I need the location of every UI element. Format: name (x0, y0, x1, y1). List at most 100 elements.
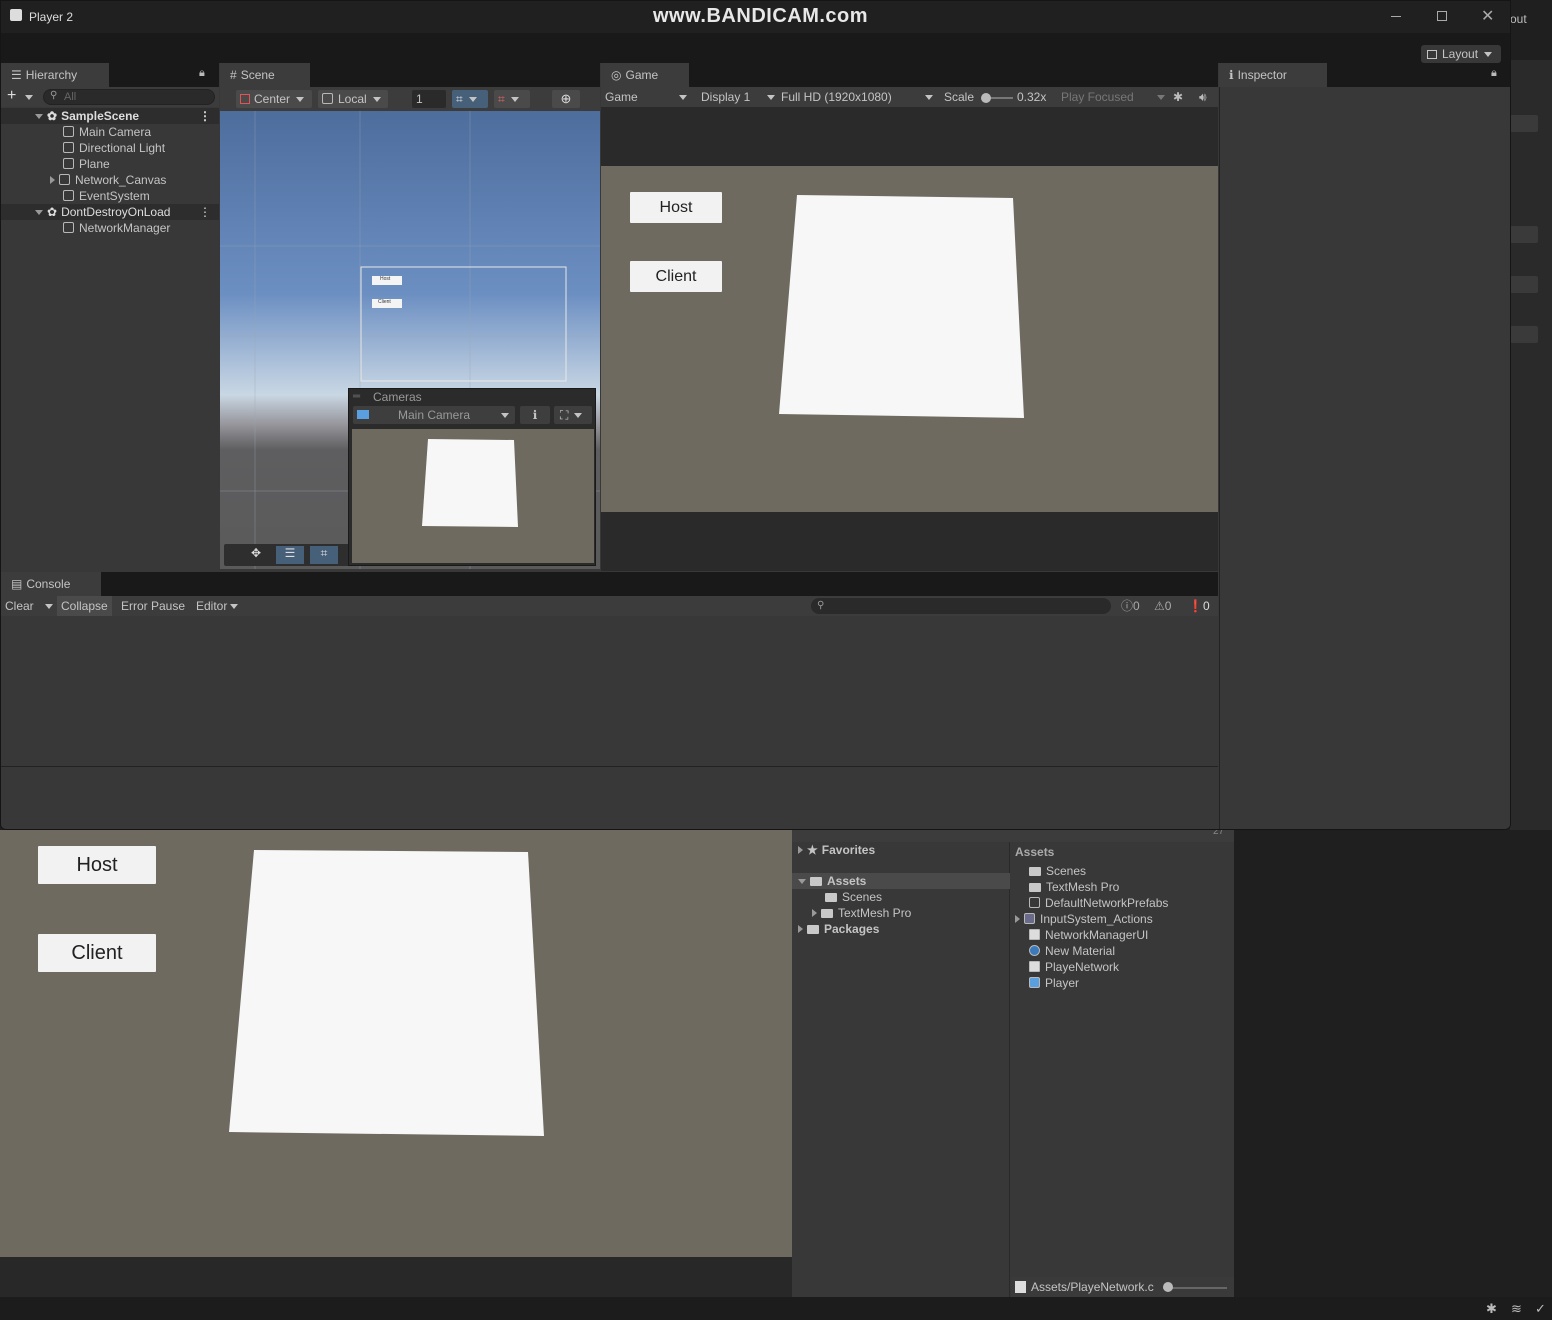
maximize-icon[interactable] (1437, 11, 1447, 21)
more-icon[interactable]: ⋮ (199, 108, 211, 124)
camera-info-icon[interactable]: ℹ (520, 406, 550, 424)
tree-item-textmeshpro[interactable]: TextMesh Pro (812, 905, 911, 921)
error-count[interactable]: ❗0 (1188, 596, 1210, 616)
search-icon: ⚲ (50, 90, 58, 101)
asset-playenetwork[interactable]: PlayeNetwork (1029, 959, 1119, 975)
asset-defaultnetworkprefabs[interactable]: DefaultNetworkPrefabs (1029, 895, 1168, 911)
asset-new-material[interactable]: New Material (1029, 943, 1115, 959)
error-pause-toggle[interactable]: Error Pause (121, 596, 185, 616)
pivot-dropdown[interactable]: Center (236, 90, 312, 108)
chevron-down-icon[interactable] (45, 604, 53, 609)
zoom-slider-thumb[interactable] (1163, 1282, 1173, 1292)
editor-dropdown[interactable]: Editor (196, 596, 239, 616)
gameobject-icon (59, 174, 70, 185)
hierarchy-item-directional-light[interactable]: Directional Light (63, 140, 165, 156)
scene-mini-host-label: Host (380, 276, 391, 282)
close-icon[interactable]: ✕ (1481, 6, 1494, 26)
layout-icon (1427, 50, 1437, 59)
camera-preview (352, 429, 594, 563)
tab-game[interactable]: ◎ Game (601, 63, 689, 87)
scene-row-samplescene[interactable]: ✿ SampleScene ⋮ (1, 108, 219, 124)
drag-handle-icon[interactable]: ═ (353, 391, 360, 402)
more-icon[interactable]: ⋮ (199, 204, 211, 220)
game-mode-dropdown[interactable]: Game (605, 87, 691, 107)
tab-console[interactable]: ▤ Console (1, 572, 101, 596)
assets-root-item[interactable]: Assets (792, 873, 1010, 889)
console-tabbar (1, 572, 1218, 596)
lock-icon[interactable]: 🔒︎ (1491, 67, 1497, 80)
gameobject-icon (63, 126, 74, 137)
grid-snap-button[interactable]: ⌗ (452, 90, 488, 108)
space-dropdown[interactable]: Local (318, 90, 388, 108)
cameras-title: Cameras (373, 390, 422, 404)
add-icon[interactable]: + (7, 87, 16, 105)
tree-item-scenes[interactable]: Scenes (825, 889, 882, 905)
snap-value-input[interactable]: 1 (412, 90, 446, 108)
hierarchy-item-main-camera[interactable]: Main Camera (63, 124, 151, 140)
local-space-icon (322, 93, 333, 104)
expand-icon[interactable] (50, 176, 55, 184)
folder-icon (1029, 883, 1041, 892)
tab-scene[interactable]: # Scene (220, 63, 310, 87)
layout-dropdown[interactable]: Layout (1421, 45, 1501, 63)
align-tool-icon[interactable]: ☰ (276, 546, 304, 564)
hierarchy-item-eventsystem[interactable]: EventSystem (63, 188, 150, 204)
bug-icon[interactable]: ✱ (1486, 1301, 1497, 1317)
favorites-item[interactable]: ★ Favorites (798, 842, 875, 858)
game-viewport[interactable]: Host Client (601, 166, 1218, 512)
minimize-icon[interactable] (1391, 16, 1401, 17)
client-button[interactable]: Client (630, 261, 722, 292)
camera-frame-icon[interactable]: ⛶ (554, 406, 592, 424)
collapse-toggle[interactable]: Collapse (57, 596, 112, 616)
host-button[interactable]: Host (630, 192, 722, 223)
audio-icon[interactable]: 🔊︎ (1199, 87, 1207, 107)
asset-inputsystem-actions[interactable]: InputSystem_Actions (1015, 911, 1153, 927)
asset-scenes[interactable]: Scenes (1029, 863, 1086, 879)
tab-inspector[interactable]: ℹ Inspector (1219, 63, 1327, 87)
move-tool-icon[interactable]: ✥ (242, 546, 270, 564)
title-bar: Player 2 www.BANDICAM.com ✕ (1, 1, 1510, 33)
window-title: Player 2 (29, 10, 74, 24)
folder-icon (825, 893, 837, 902)
play-mode-dropdown[interactable]: Play Focused (1061, 87, 1165, 107)
asset-networkmanagerui[interactable]: NetworkManagerUI (1029, 927, 1148, 943)
resolution-dropdown[interactable]: Full HD (1920x1080) (781, 87, 933, 107)
project-path: Assets/PlayeNetwork.c (1031, 1280, 1154, 1294)
expand-icon[interactable] (35, 114, 43, 119)
layers-icon[interactable]: ≋ (1511, 1301, 1522, 1317)
search-icon: ⚲ (817, 600, 825, 611)
scene-toolbar: Center Local 1 ⌗ ⌗ ⊕ (220, 87, 600, 111)
hierarchy-item-plane[interactable]: Plane (63, 156, 110, 172)
hierarchy-search-input[interactable]: ⚲ All (43, 89, 215, 105)
pivot-icon (240, 94, 250, 104)
gameobject-icon (63, 142, 74, 153)
script-icon (1029, 961, 1040, 972)
expand-icon[interactable] (35, 210, 43, 215)
lock-icon[interactable]: 🔒︎ (199, 67, 205, 80)
hierarchy-item-networkmanager[interactable]: NetworkManager (63, 220, 170, 236)
packages-item[interactable]: Packages (798, 921, 879, 937)
scene-row-dontdestroyonload[interactable]: ✿ DontDestroyOnLoad ⋮ (1, 204, 219, 220)
prefab-icon (1029, 897, 1040, 908)
project-toolbar (792, 830, 1234, 842)
grid-visibility-button[interactable]: ⌗ (494, 90, 530, 108)
scale-slider-thumb[interactable] (981, 93, 991, 103)
hierarchy-item-network-canvas[interactable]: Network_Canvas (50, 172, 166, 188)
info-count[interactable]: ⓘ0 (1121, 596, 1140, 616)
assets-grid: Assets Scenes TextMesh Pro DefaultNetwor… (1011, 842, 1234, 1297)
grid-tool-icon[interactable]: ⌗ (310, 546, 338, 564)
asset-textmeshpro[interactable]: TextMesh Pro (1029, 879, 1119, 895)
console-search-input[interactable]: ⚲ (811, 598, 1111, 614)
console-detail-area (1, 768, 1218, 829)
bug-icon[interactable]: ✱ (1173, 87, 1183, 107)
warning-count[interactable]: ⚠0 (1154, 596, 1171, 616)
asset-player[interactable]: Player (1029, 975, 1079, 991)
check-icon[interactable]: ✓ (1535, 1301, 1546, 1317)
chevron-down-icon[interactable] (25, 95, 33, 100)
info-icon: ℹ (1229, 68, 1234, 82)
gizmo-globe-icon[interactable]: ⊕ (552, 90, 580, 108)
camera-select[interactable]: Main Camera (353, 406, 515, 424)
clear-button[interactable]: Clear (5, 596, 34, 616)
display-dropdown[interactable]: Display 1 (701, 87, 775, 107)
tab-hierarchy[interactable]: ☰ Hierarchy (1, 63, 109, 87)
